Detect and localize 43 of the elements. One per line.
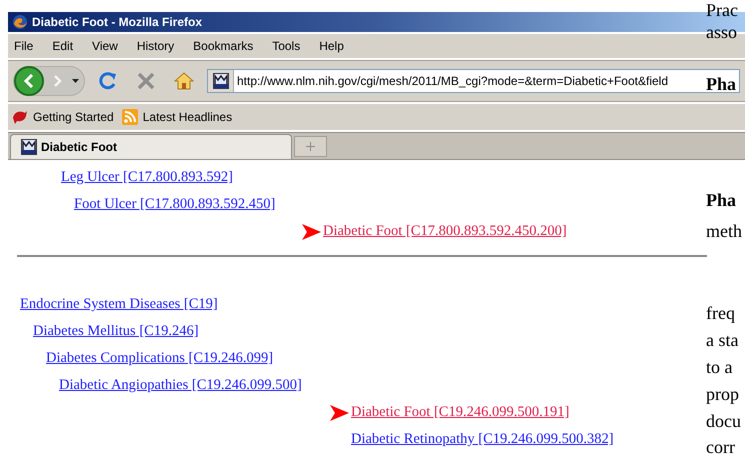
document-text: a sta xyxy=(706,330,738,350)
browser-tab[interactable]: Diabetic Foot xyxy=(10,134,292,159)
document-text: docu xyxy=(706,411,741,431)
browser-logo-icon xyxy=(12,14,28,30)
menu-item[interactable]: Tools xyxy=(272,37,300,55)
document-text: meth xyxy=(706,221,742,241)
site-icon xyxy=(21,139,37,155)
document-text: prop xyxy=(706,384,739,404)
tree-link[interactable]: Diabetes Complications [C19.246.099] xyxy=(46,348,274,370)
menu-item[interactable]: History xyxy=(136,37,174,55)
window-title: Diabetic Foot - Mozilla Firefox xyxy=(32,14,202,31)
document-text: corr xyxy=(706,437,735,457)
bookmark-item[interactable]: Getting Started xyxy=(12,108,114,126)
plus-icon xyxy=(306,142,315,151)
reload-icon xyxy=(98,71,118,91)
document-text: freq xyxy=(706,303,735,323)
menu-item[interactable]: File xyxy=(14,37,34,55)
menu-item[interactable]: Bookmarks xyxy=(193,37,254,55)
house-icon xyxy=(174,72,194,90)
menu-item[interactable]: View xyxy=(92,37,118,55)
site-icon xyxy=(212,73,228,89)
back-button[interactable] xyxy=(14,66,44,96)
tree-link[interactable]: Diabetic Angiopathies [C19.246.099.500] xyxy=(59,374,302,396)
rss-icon xyxy=(122,109,138,125)
document-text: to a xyxy=(706,357,732,377)
tree-link[interactable]: Endocrine System Diseases [C19] xyxy=(20,294,218,316)
document-text: Pha xyxy=(706,190,736,210)
tree-link[interactable]: Leg Ulcer [C17.800.893.592] xyxy=(61,166,233,188)
bookmark-item[interactable]: Latest Headlines xyxy=(122,108,232,126)
tree-link[interactable]: Diabetic Retinopathy [C19.246.099.500.382] xyxy=(351,428,614,450)
tree-link[interactable]: Foot Ulcer [C17.800.893.592.450] xyxy=(74,194,276,216)
document-text: Prac xyxy=(706,0,738,20)
menu-item[interactable]: Edit xyxy=(52,37,74,55)
document-text: asso xyxy=(706,22,737,42)
new-tab-button[interactable] xyxy=(294,136,327,157)
close-icon xyxy=(137,72,155,90)
tree-link[interactable]: Diabetes Mellitus [C19.246] xyxy=(33,320,199,342)
caret-icon xyxy=(72,79,78,83)
tree-link[interactable]: Diabetic Foot [C19.246.099.500.191] xyxy=(351,402,570,424)
menu-item[interactable]: Help xyxy=(319,37,344,55)
document-text: Pha xyxy=(706,74,736,94)
tree-link[interactable]: Diabetic Foot [C17.800.893.592.450.200] xyxy=(323,220,567,242)
url-text: http://www.nlm.nih.gov/cgi/mesh/2011/MB_cgi?mode=&term=Diabetic+Foot&field xyxy=(236,73,668,90)
